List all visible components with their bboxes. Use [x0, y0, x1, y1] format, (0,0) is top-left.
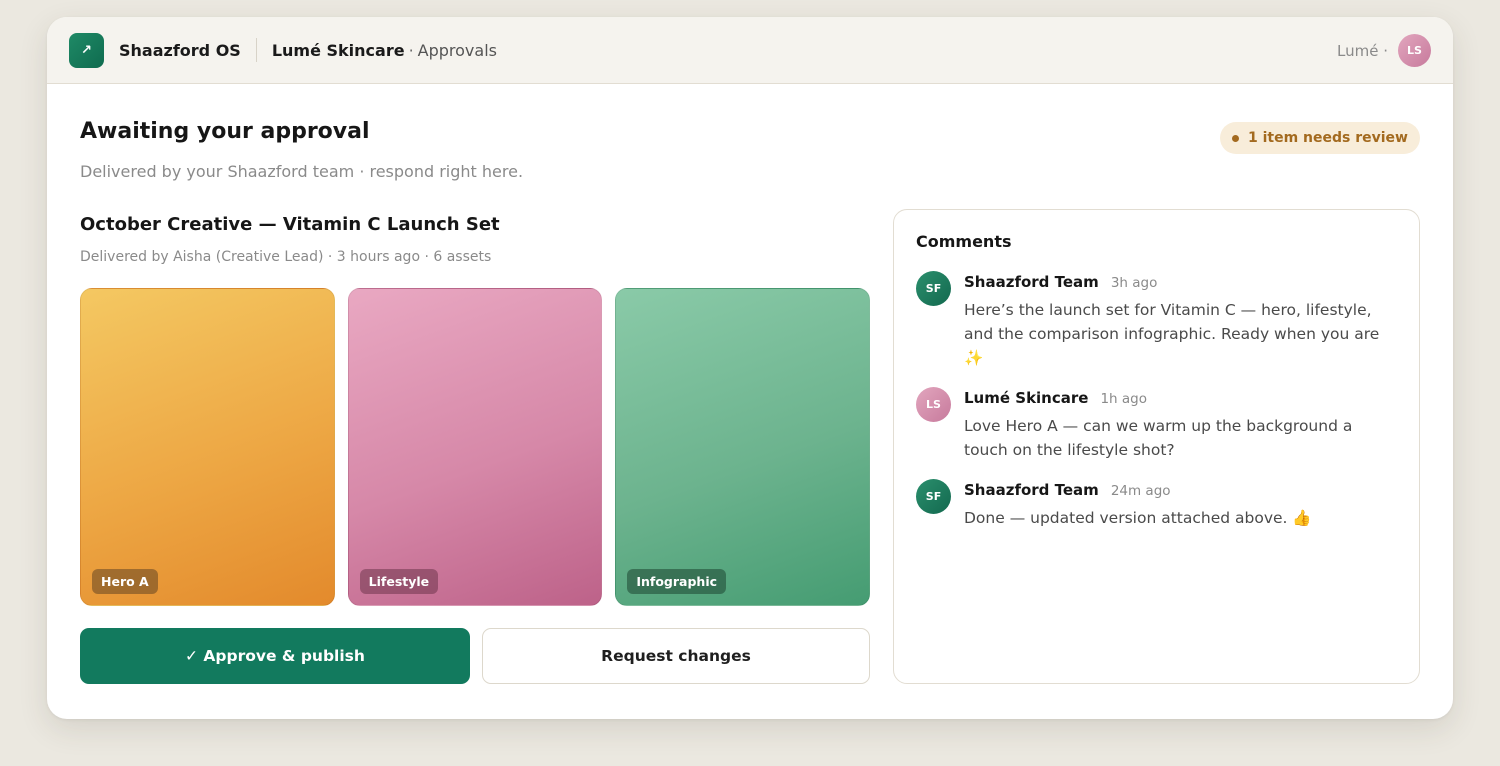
comment-text: Love Hero A — can we warm up the backgro… [964, 417, 1353, 459]
request-changes-button[interactable]: Request changes [482, 628, 870, 684]
comment-text: Done — updated version attached above. 👍 [964, 509, 1312, 527]
comment-header: Shaazford Team 24m ago [964, 481, 1397, 499]
comment-avatar: SF [916, 479, 951, 514]
asset-label: Lifestyle [359, 569, 439, 594]
asset-card-infographic[interactable]: Infographic [615, 288, 871, 606]
comment-author: Lumé Skincare [964, 389, 1089, 407]
breadcrumb-section: Approvals [417, 40, 497, 60]
user-menu[interactable]: Lumé · LS [1337, 17, 1431, 84]
comment-body: Shaazford Team 3h ago Here’s the launch … [964, 271, 1397, 370]
comment-avatar: LS [916, 387, 951, 422]
comment-timestamp: 24m ago [1110, 483, 1171, 499]
page-subtitle: Delivered by your Shaazford team · respo… [80, 162, 524, 181]
comment-timestamp: 3h ago [1110, 275, 1158, 291]
comments-panel: Comments SF Shaazford Team 3h ago Here’s… [893, 209, 1420, 684]
top-bar: ↗ Shaazford OS Lumé Skincare · Approvals… [47, 17, 1453, 84]
approve-publish-button[interactable]: ✓ Approve & publish [80, 628, 470, 684]
comment-avatar: SF [916, 271, 951, 306]
comment-item: LS Lumé Skincare 1h ago Love Hero A — ca… [916, 387, 1397, 462]
comment-header: Shaazford Team 3h ago [964, 273, 1397, 291]
brand-name[interactable]: Shaazford OS [119, 41, 241, 60]
comment-text: Here’s the launch set for Vitamin C — he… [964, 301, 1380, 367]
comment-body: Lumé Skincare 1h ago Love Hero A — can w… [964, 387, 1397, 462]
comment-body: Shaazford Team 24m ago Done — updated ve… [964, 479, 1397, 530]
topbar-divider [255, 38, 257, 62]
asset-label: Hero A [92, 569, 158, 594]
review-status-badge: 1 item needs review [1219, 122, 1420, 154]
comment-author: Shaazford Team [964, 273, 1099, 291]
breadcrumb-separator: · [408, 40, 414, 60]
comment-header: Lumé Skincare 1h ago [964, 389, 1397, 407]
breadcrumb-client[interactable]: Lumé Skincare [272, 41, 405, 60]
asset-card-lifestyle[interactable]: Lifestyle [347, 288, 603, 606]
main-content: Awaiting your approval Delivered by your… [47, 84, 1453, 718]
asset-card-hero-a[interactable]: Hero A [80, 288, 335, 606]
page-title: Awaiting your approval [80, 119, 370, 144]
user-label: Lumé · [1337, 41, 1388, 60]
review-badge-label: 1 item needs review [1247, 130, 1408, 146]
comment-item: SF Shaazford Team 3h ago Here’s the laun… [916, 271, 1397, 370]
status-dot-icon [1231, 134, 1239, 142]
comment-item: SF Shaazford Team 24m ago Done — updated… [916, 479, 1397, 530]
comments-title: Comments [916, 232, 1012, 251]
comment-timestamp: 1h ago [1100, 391, 1147, 407]
creative-set-meta: Delivered by Aisha (Creative Lead) · 3 h… [80, 249, 492, 265]
app-logo-icon[interactable]: ↗ [69, 32, 104, 68]
comment-author: Shaazford Team [964, 481, 1099, 499]
approval-window: ↗ Shaazford OS Lumé Skincare · Approvals… [47, 17, 1453, 719]
user-avatar[interactable]: LS [1398, 34, 1431, 67]
asset-grid: Hero A Lifestyle Infographic [80, 288, 871, 606]
asset-label: Infographic [627, 569, 727, 594]
creative-set-title: October Creative — Vitamin C Launch Set [80, 214, 500, 235]
